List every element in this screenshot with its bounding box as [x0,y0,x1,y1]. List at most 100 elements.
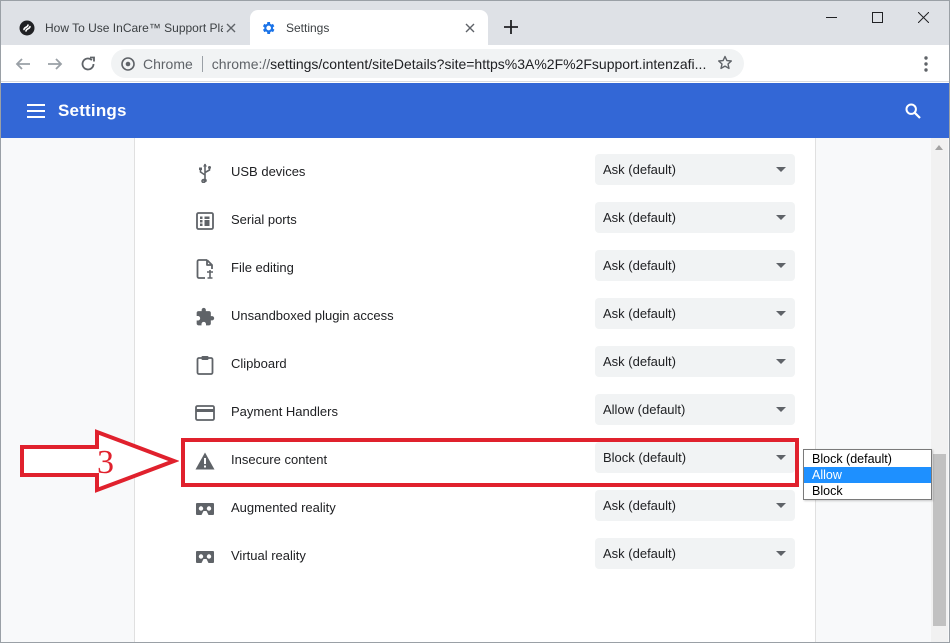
permission-select-value: Ask (default) [603,210,676,225]
tab-title: Settings [286,20,330,35]
url-scheme: chrome:// [211,55,271,72]
permission-label: Serial ports [231,212,297,227]
credit-card-icon [194,402,216,424]
reload-icon [81,56,95,71]
close-tab-icon[interactable] [223,20,239,36]
dropdown-caret-icon [776,263,786,268]
dropdown-caret-icon [776,359,786,364]
tab-settings[interactable]: Settings [250,10,488,45]
insecure-content-dropdown-list[interactable]: Block (default) Allow Block [803,449,932,500]
close-icon [917,11,929,23]
tab-strip: How To Use InCare™ Support Pla Settings [1,1,949,45]
minimize-icon [825,16,837,18]
browser-menu-button[interactable] [916,53,936,75]
search-settings-button[interactable] [902,100,924,122]
usb-icon [194,162,216,184]
minimize-button[interactable] [808,1,854,33]
more-vertical-icon [924,56,928,72]
permission-select-value: Ask (default) [603,162,676,177]
search-icon [905,103,921,119]
arrow-right-icon [48,58,63,70]
permission-row-clipboard: Clipboard Ask (default) [135,342,815,390]
permission-label: Augmented reality [231,500,336,515]
reload-button[interactable] [76,52,100,76]
vr-headset-icon [194,498,216,520]
scroll-up-arrow-icon[interactable] [935,145,943,150]
tab-incare-support[interactable]: How To Use InCare™ Support Pla [9,10,249,45]
permission-row-usb-devices: USB devices Ask (default) [135,150,815,198]
permission-label: File editing [231,260,294,275]
maximize-button[interactable] [854,1,900,33]
hamburger-menu-icon [27,104,45,118]
permission-select[interactable]: Ask (default) [595,154,795,185]
permission-row-payment-handlers: Payment Handlers Allow (default) [135,390,815,438]
dropdown-option-allow[interactable]: Allow [804,467,931,483]
permission-label: Virtual reality [231,548,306,563]
permission-select-value: Ask (default) [603,306,676,321]
permission-row-augmented-reality: Augmented reality Ask (default) [135,486,815,534]
vr-headset-icon [194,546,216,568]
browser-toolbar: Chrome chrome://settings/content/siteDet… [1,45,949,82]
omnibox-scheme-label: Chrome [143,55,193,72]
permission-select[interactable]: Ask (default) [595,346,795,377]
scrollbar-thumb[interactable] [933,454,946,626]
forward-button[interactable] [43,52,67,76]
permission-select[interactable]: Ask (default) [595,202,795,233]
url-path: settings/content/siteDetails?site=https%… [270,55,707,72]
permission-select-value: Ask (default) [603,546,676,561]
omnibox-url[interactable]: chrome://settings/content/siteDetails?si… [212,56,712,72]
permission-row-file-editing: File editing Ask (default) [135,246,815,294]
dropdown-caret-icon [776,551,786,556]
gear-icon [260,20,276,36]
bookmark-star-icon[interactable] [716,54,734,72]
permission-select[interactable]: Allow (default) [595,394,795,425]
permission-row-unsandboxed-plugin: Unsandboxed plugin access Ask (default) [135,294,815,342]
annotation-step-number: 3 [97,444,114,481]
maximize-icon [871,11,883,23]
permission-select-value: Allow (default) [603,402,686,417]
permission-row-serial-ports: Serial ports Ask (default) [135,198,815,246]
dropdown-caret-icon [776,167,786,172]
plus-icon [504,20,518,34]
permission-select[interactable]: Ask (default) [595,250,795,281]
permission-select[interactable]: Ask (default) [595,490,795,521]
omnibox-divider [201,55,203,72]
permission-select-value: Ask (default) [603,354,676,369]
settings-content: USB devices Ask (default) Serial ports A… [1,138,949,642]
permission-select[interactable]: Ask (default) [595,538,795,569]
incare-logo-icon [19,20,35,36]
permission-select-value: Ask (default) [603,258,676,273]
new-tab-button[interactable] [500,17,522,39]
permission-label: Clipboard [231,356,287,371]
dropdown-caret-icon [776,311,786,316]
page-scrollbar[interactable] [931,138,948,642]
permission-label: Payment Handlers [231,404,338,419]
close-tab-icon[interactable] [462,20,478,36]
back-button[interactable] [11,52,35,76]
main-menu-button[interactable] [25,100,47,122]
arrow-left-icon [15,58,30,70]
page-title: Settings [58,101,127,120]
settings-header: Settings [1,83,949,138]
clipboard-icon [194,354,216,376]
permission-label: USB devices [231,164,306,179]
dropdown-option-block-default[interactable]: Block (default) [804,451,931,467]
permission-row-virtual-reality: Virtual reality Ask (default) [135,534,815,582]
address-bar[interactable]: Chrome chrome://settings/content/siteDet… [111,49,744,78]
serial-port-icon [194,210,216,232]
permission-select-value: Ask (default) [603,498,676,513]
browser-window: How To Use InCare™ Support Pla Settings [0,0,950,643]
chrome-logo-icon [121,56,135,71]
dropdown-caret-icon [776,503,786,508]
close-window-button[interactable] [900,1,946,33]
permission-select[interactable]: Ask (default) [595,298,795,329]
dropdown-caret-icon [776,407,786,412]
site-permissions-card: USB devices Ask (default) Serial ports A… [134,138,816,642]
puzzle-icon [194,306,216,328]
annotation-highlight-box [181,438,799,487]
tab-title: How To Use InCare™ Support Pla [45,20,223,35]
file-edit-icon [194,258,216,280]
dropdown-option-block[interactable]: Block [804,483,931,499]
permission-label: Unsandboxed plugin access [231,308,394,323]
dropdown-caret-icon [776,215,786,220]
